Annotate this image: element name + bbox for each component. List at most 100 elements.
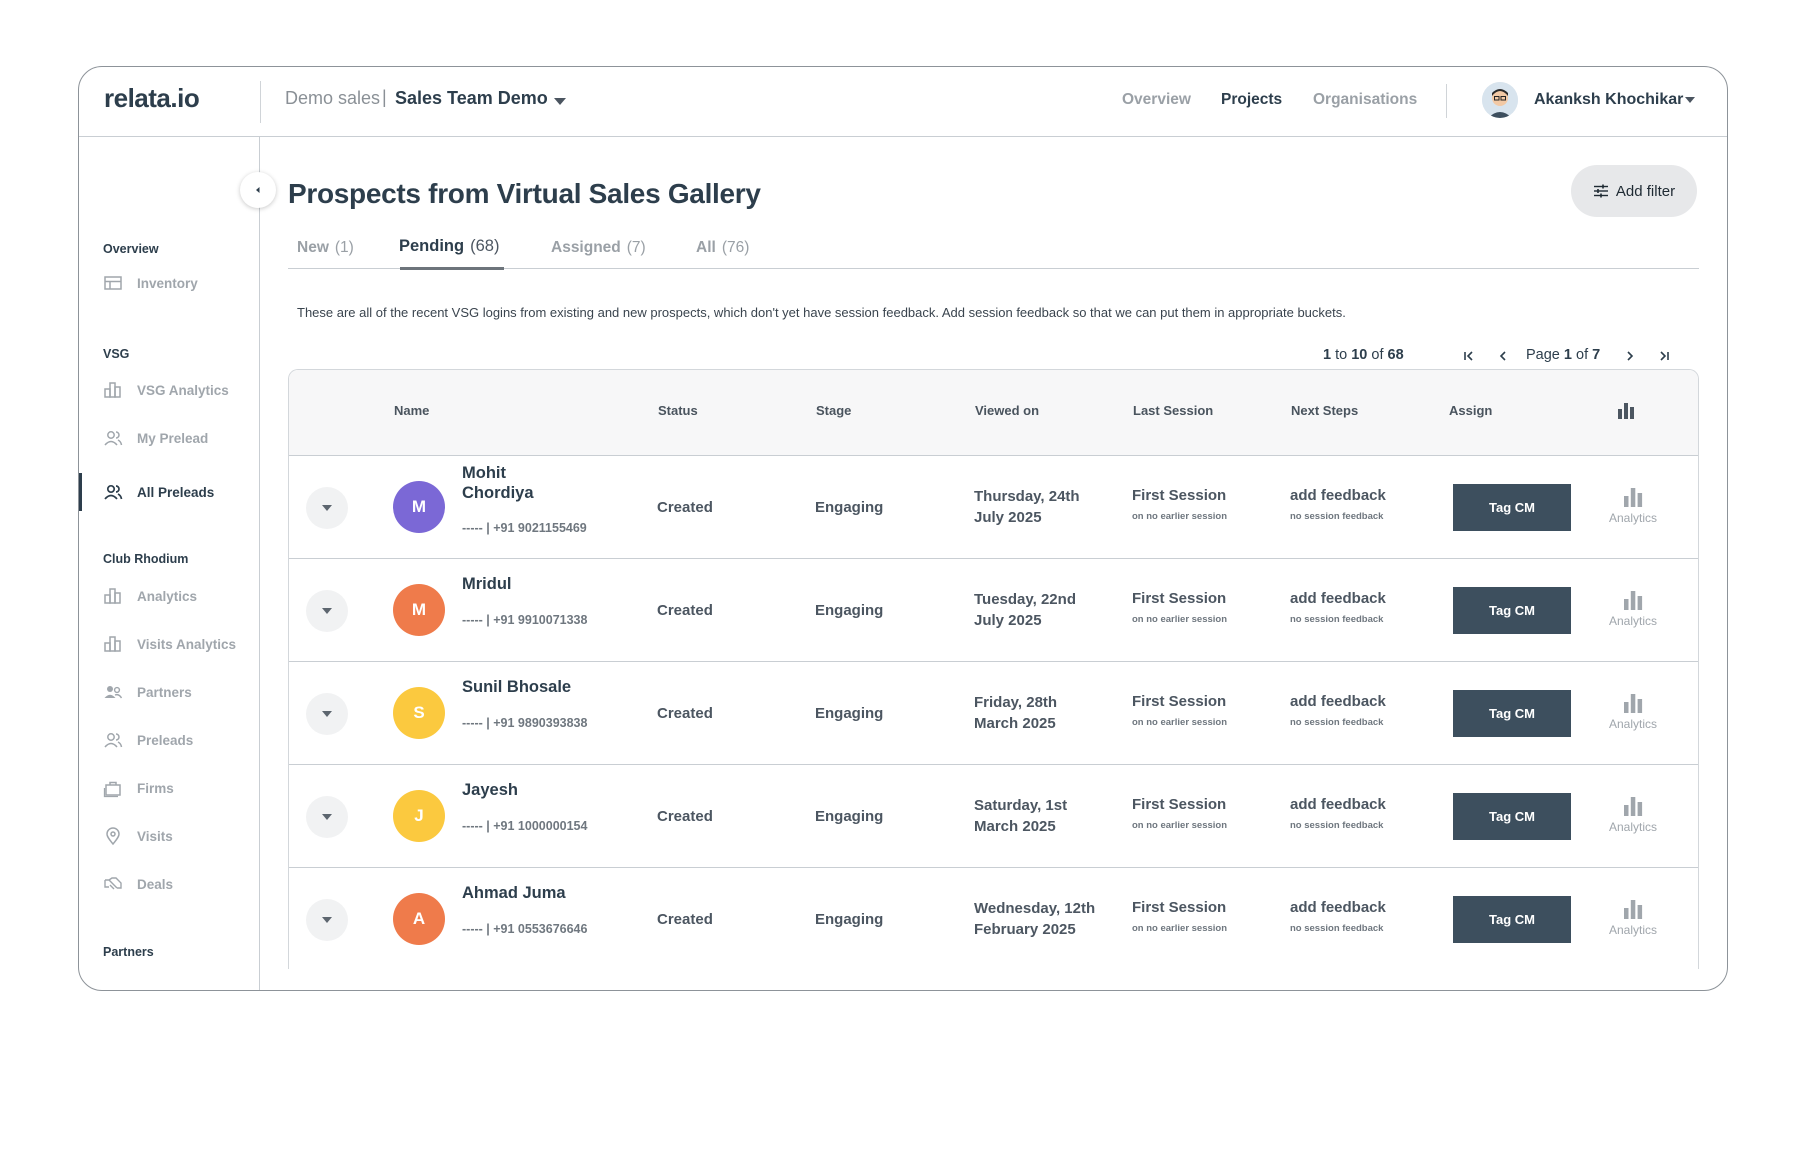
app-logo[interactable]: relata.io bbox=[104, 83, 200, 114]
avatar: M bbox=[393, 584, 445, 636]
next-page-button[interactable] bbox=[1621, 347, 1639, 365]
sidebar-item-label: Visits Analytics bbox=[137, 636, 237, 652]
expand-row-button[interactable] bbox=[306, 693, 348, 735]
prospect-phone: ----- | +91 9910071338 bbox=[462, 613, 588, 627]
column-header-assign[interactable]: Assign bbox=[1449, 403, 1492, 418]
analytics-label: Analytics bbox=[1608, 820, 1658, 834]
sidebar-section-overview[interactable]: Overview bbox=[103, 242, 159, 256]
last-page-button[interactable] bbox=[1655, 347, 1673, 365]
next-steps-link[interactable]: add feedback bbox=[1290, 487, 1386, 504]
tab-count: (76) bbox=[721, 239, 750, 256]
app-window: relata.io Demo sales | Sales Team Demo O… bbox=[78, 66, 1728, 991]
table-row[interactable]: S Sunil Bhosale ----- | +91 9890393838 Crea… bbox=[289, 662, 1698, 765]
page-of-word: of bbox=[1576, 347, 1589, 363]
sidebar-item-firms[interactable]: Firms bbox=[103, 775, 253, 801]
divider bbox=[260, 81, 261, 123]
sidebar-item-all-preleads[interactable]: All Preleads bbox=[103, 479, 253, 505]
breadcrumb-separator: | bbox=[382, 87, 387, 107]
page-word: Page bbox=[1526, 347, 1560, 363]
sidebar-item-label: Partners bbox=[137, 684, 192, 700]
table-row[interactable]: M Mohit Chordiya ----- | +91 9021155469 Crea… bbox=[289, 456, 1698, 559]
tab-pending[interactable]: Pending (68) bbox=[399, 237, 499, 256]
last-session-value: First Session bbox=[1132, 796, 1227, 813]
viewed-on-month: February 2025 bbox=[974, 921, 1076, 938]
row-analytics-button[interactable]: Analytics bbox=[1601, 898, 1665, 937]
prospect-name[interactable]: Sunil Bhosale bbox=[462, 677, 571, 697]
sidebar-item-inventory[interactable]: Inventory bbox=[103, 270, 253, 296]
previous-page-button[interactable] bbox=[1494, 347, 1512, 365]
chevron-down-icon bbox=[322, 608, 332, 614]
project-dropdown-chevron-icon[interactable] bbox=[554, 98, 566, 105]
next-steps-link[interactable]: add feedback bbox=[1290, 796, 1386, 813]
next-steps-subtext: no session feedback bbox=[1290, 717, 1384, 728]
chevron-down-icon bbox=[322, 814, 332, 820]
tab-count: (68) bbox=[470, 237, 500, 255]
row-analytics-button[interactable]: Analytics bbox=[1601, 692, 1665, 731]
column-header-last-session[interactable]: Last Session bbox=[1133, 403, 1213, 418]
column-header-viewed-on[interactable]: Viewed on bbox=[975, 403, 1039, 418]
viewed-on-value: Thursday, 24th July 2025 bbox=[974, 486, 1080, 528]
next-steps-link[interactable]: add feedback bbox=[1290, 590, 1386, 607]
tag-cm-button[interactable]: Tag CM bbox=[1453, 896, 1571, 943]
user-menu-chevron-icon[interactable] bbox=[1685, 97, 1695, 103]
expand-row-button[interactable] bbox=[306, 487, 348, 529]
row-analytics-button[interactable]: Analytics bbox=[1601, 486, 1665, 525]
bar-chart-icon bbox=[103, 586, 123, 606]
add-filter-button[interactable]: Add filter bbox=[1571, 165, 1697, 217]
next-steps-link[interactable]: add feedback bbox=[1290, 899, 1386, 916]
sidebar-item-label: Deals bbox=[137, 876, 174, 892]
expand-row-button[interactable] bbox=[306, 590, 348, 632]
sidebar-item-visits-analytics[interactable]: Visits Analytics bbox=[103, 631, 253, 657]
tab-new[interactable]: New (1) bbox=[297, 239, 354, 257]
sidebar-section-club-rhodium[interactable]: Club Rhodium bbox=[103, 552, 188, 566]
sidebar-item-vsg-analytics[interactable]: VSG Analytics bbox=[103, 377, 253, 403]
tag-cm-button[interactable]: Tag CM bbox=[1453, 484, 1571, 531]
expand-row-button[interactable] bbox=[306, 899, 348, 941]
column-header-next-steps[interactable]: Next Steps bbox=[1291, 403, 1358, 418]
stage-value: Engaging bbox=[815, 705, 884, 722]
topnav-projects[interactable]: Projects bbox=[1221, 91, 1282, 109]
table-row[interactable]: J Jayesh ----- | +91 1000000154 Created Enga… bbox=[289, 765, 1698, 868]
next-steps-link[interactable]: add feedback bbox=[1290, 693, 1386, 710]
sidebar-item-deals[interactable]: Deals bbox=[103, 871, 253, 897]
column-header-status[interactable]: Status bbox=[658, 403, 698, 418]
expand-row-button[interactable] bbox=[306, 796, 348, 838]
prospect-name[interactable]: Mohit Chordiya bbox=[462, 463, 534, 503]
tag-cm-button[interactable]: Tag CM bbox=[1453, 793, 1571, 840]
last-session-subtext: on no earlier session bbox=[1132, 717, 1228, 728]
breadcrumb-parent[interactable]: Demo sales bbox=[285, 88, 380, 109]
prospect-name[interactable]: Mridul bbox=[462, 574, 512, 594]
sidebar-section-partners[interactable]: Partners bbox=[103, 945, 154, 959]
sidebar-item-visits[interactable]: Visits bbox=[103, 823, 253, 849]
breadcrumb-current[interactable]: Sales Team Demo bbox=[395, 88, 548, 109]
page-title: Prospects from Virtual Sales Gallery bbox=[288, 178, 761, 209]
table-row[interactable]: A Ahmad Juma ----- | +91 0553676646 Created… bbox=[289, 868, 1698, 969]
sidebar-collapse-button[interactable] bbox=[240, 172, 276, 208]
user-avatar[interactable] bbox=[1482, 82, 1518, 118]
sidebar-item-my-prelead[interactable]: My Prelead bbox=[103, 425, 253, 451]
column-header-stage[interactable]: Stage bbox=[816, 403, 851, 418]
first-page-button[interactable] bbox=[1460, 347, 1478, 365]
sidebar-item-analytics[interactable]: Analytics bbox=[103, 583, 253, 609]
column-header-name[interactable]: Name bbox=[394, 403, 429, 418]
tag-cm-button[interactable]: Tag CM bbox=[1453, 690, 1571, 737]
last-session-subtext: on no earlier session bbox=[1132, 820, 1228, 831]
chevron-right-icon bbox=[1627, 351, 1634, 361]
row-analytics-button[interactable]: Analytics bbox=[1601, 589, 1665, 628]
tab-all[interactable]: All (76) bbox=[696, 239, 749, 257]
sidebar-item-preleads[interactable]: Preleads bbox=[103, 727, 253, 753]
sidebar: Overview Inventory VSG VSG Analytics My … bbox=[79, 137, 260, 990]
topnav-overview[interactable]: Overview bbox=[1122, 91, 1191, 109]
topnav-organisations[interactable]: Organisations bbox=[1313, 91, 1417, 109]
tab-bar: New (1) Pending (68) Assigned (7) All (76) bbox=[288, 219, 1699, 269]
chevron-left-icon bbox=[256, 187, 260, 193]
prospect-name[interactable]: Jayesh bbox=[462, 780, 518, 800]
prospect-name[interactable]: Ahmad Juma bbox=[462, 883, 566, 903]
tag-cm-button[interactable]: Tag CM bbox=[1453, 587, 1571, 634]
sidebar-item-partners[interactable]: Partners bbox=[103, 679, 253, 705]
tab-assigned[interactable]: Assigned (7) bbox=[551, 239, 646, 257]
sidebar-section-vsg[interactable]: VSG bbox=[103, 347, 129, 361]
row-analytics-button[interactable]: Analytics bbox=[1601, 795, 1665, 834]
user-name[interactable]: Akanksh Khochikar bbox=[1534, 91, 1683, 109]
table-row[interactable]: M Mridul ----- | +91 9910071338 Created Enga… bbox=[289, 559, 1698, 662]
